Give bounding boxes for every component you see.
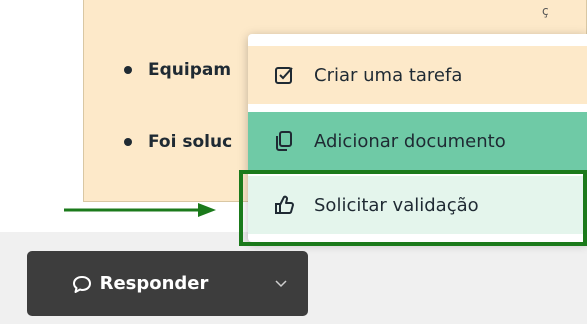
menu-item-label: Adicionar documento [314,130,506,152]
thumbs-up-icon [272,193,296,217]
arrow-icon [64,203,216,217]
menu-item-label: Solicitar validação [314,194,479,216]
checkbox-icon [272,63,296,87]
chevron-down-icon [274,279,287,287]
note-list-item: Foi soluc [124,132,232,152]
menu-item-create-task[interactable]: Criar uma tarefa [248,46,587,104]
actions-dropdown-menu: Criar uma tarefa Adicionar documento Sol… [248,34,587,242]
note-item-text: Equipam [148,60,232,80]
bullet-icon [124,66,132,74]
reply-button-group: Responder [27,251,308,316]
menu-item-request-validation[interactable]: Solicitar validação [248,176,587,234]
bullet-icon [124,138,132,146]
chat-bubble-icon [72,274,92,294]
note-list-item: Equipam [124,60,231,80]
documents-icon [272,129,296,153]
reply-button[interactable]: Responder [27,251,253,316]
truncated-header-text: ç [542,4,549,18]
reply-options-toggle[interactable] [253,251,308,316]
reply-button-label: Responder [99,273,209,294]
menu-item-label: Criar uma tarefa [314,64,463,86]
note-item-text: Foi soluc [148,132,233,152]
menu-item-add-document[interactable]: Adicionar documento [248,112,587,170]
